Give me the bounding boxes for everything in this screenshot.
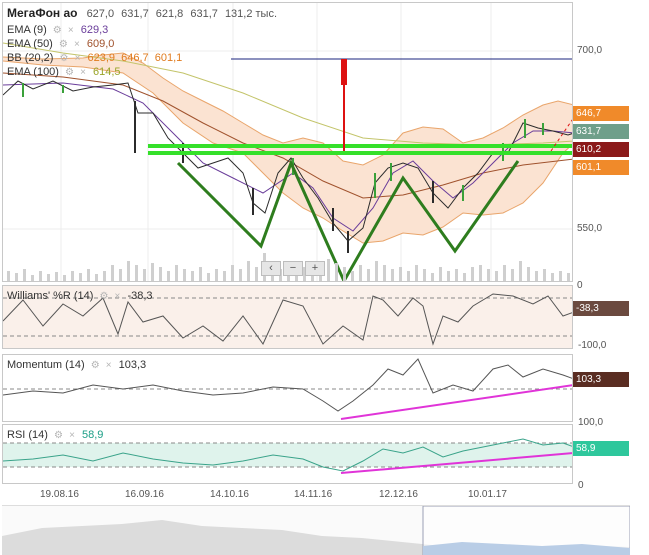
momentum-trendline: [340, 384, 572, 420]
close-icon[interactable]: ×: [69, 430, 75, 441]
ticker-name: МегаФон ао: [7, 6, 78, 20]
rsi-legend[interactable]: RSI (14) ⚙ × 58,9: [7, 428, 103, 443]
volume-axis-zero: 0: [577, 280, 583, 291]
indicator-ema9[interactable]: EMA (9) ⚙ × 629,3: [7, 23, 108, 38]
williams-axis-bottom: -100,0: [578, 340, 607, 351]
indicator-bb[interactable]: BB (20,2) ⚙ × 623,9 646,7 601,1: [7, 51, 182, 66]
close-value: 631,7: [190, 8, 218, 20]
momentum-value: 103,3: [118, 359, 147, 371]
williams-pane[interactable]: Williams' %R (14) ⚙ × -38,3: [2, 285, 573, 349]
high-value: 631,7: [121, 8, 149, 20]
bb-lower-tag: 601,1: [573, 160, 629, 175]
volume-value: 131,2 тыс.: [224, 8, 278, 20]
momentum-legend[interactable]: Momentum (14) ⚙ × 103,3: [7, 358, 146, 373]
open-value: 627,0: [86, 8, 115, 20]
chart-header: МегаФон ао 627,0 631,7 621,8 631,7 131,2…: [7, 6, 277, 21]
indicator-value: 623,9 646,7 601,1: [87, 52, 183, 64]
close-icon[interactable]: ×: [68, 25, 74, 36]
rsi-value: 58,9: [81, 429, 104, 441]
close-icon[interactable]: ×: [80, 67, 86, 78]
settings-gear-icon[interactable]: ⚙: [91, 360, 100, 371]
price-pane[interactable]: МегаФон ао 627,0 631,7 621,8 631,7 131,2…: [2, 2, 573, 282]
time-label: 10.01.17: [468, 489, 507, 500]
navigator-svg: [2, 506, 630, 555]
low-value: 621,8: [155, 8, 184, 20]
rsi-tag: 58,9: [573, 441, 629, 456]
zoom-in-button[interactable]: +: [305, 261, 325, 276]
momentum-axis-bottom: 100,0: [578, 417, 604, 428]
williams-title: Williams' %R (14): [7, 290, 94, 302]
indicator-ema50[interactable]: EMA (50) ⚙ × 609,0: [7, 37, 114, 52]
settings-gear-icon[interactable]: ⚙: [65, 67, 74, 78]
williams-tag: -38,3: [573, 301, 629, 316]
zoom-out-button[interactable]: −: [283, 261, 303, 276]
williams-legend[interactable]: Williams' %R (14) ⚙ × -38,3: [7, 289, 153, 304]
price-axis-top: 700,0: [577, 45, 603, 56]
support-line-bottom: [148, 151, 572, 155]
rsi-title: RSI (14): [7, 429, 48, 441]
indicator-label: EMA (50): [7, 38, 53, 50]
indicator-label: EMA (100): [7, 66, 59, 78]
ema50-tag: 610,2: [573, 142, 629, 157]
close-icon[interactable]: ×: [75, 53, 81, 64]
time-label: 14.11.16: [294, 489, 333, 500]
momentum-title: Momentum (14): [7, 359, 85, 371]
indicator-ema100[interactable]: EMA (100) ⚙ × 614,5: [7, 65, 121, 80]
scroll-left-button[interactable]: ‹: [261, 261, 281, 276]
indicator-value: 614,5: [92, 66, 121, 78]
indicator-value: 629,3: [80, 24, 109, 36]
indicator-value: 609,0: [86, 38, 115, 50]
bb-upper-tag: 646,7: [573, 106, 629, 121]
rsi-axis-bottom: 0: [578, 480, 584, 491]
time-label: 19.08.16: [40, 489, 79, 500]
close-icon[interactable]: ×: [106, 360, 112, 371]
williams-value: -38,3: [127, 290, 153, 302]
time-label: 12.12.16: [379, 489, 418, 500]
indicator-label: BB (20,2): [7, 52, 54, 64]
settings-gear-icon[interactable]: ⚙: [60, 53, 69, 64]
close-icon[interactable]: ×: [74, 39, 80, 50]
time-label: 14.10.16: [210, 489, 249, 500]
navigator-overview[interactable]: [2, 505, 630, 555]
settings-gear-icon[interactable]: ⚙: [54, 430, 63, 441]
settings-gear-icon[interactable]: ⚙: [100, 291, 109, 302]
momentum-pane[interactable]: Momentum (14) ⚙ × 103,3: [2, 354, 573, 422]
settings-gear-icon[interactable]: ⚙: [59, 39, 68, 50]
settings-gear-icon[interactable]: ⚙: [53, 25, 62, 36]
support-line-top: [148, 144, 572, 148]
indicator-label: EMA (9): [7, 24, 47, 36]
time-label: 16.09.16: [125, 489, 164, 500]
last-price-tag: 631,7: [573, 124, 629, 139]
rsi-pane[interactable]: RSI (14) ⚙ × 58,9: [2, 424, 573, 484]
price-axis-bottom: 550,0: [577, 223, 603, 234]
close-icon[interactable]: ×: [115, 291, 121, 302]
momentum-tag: 103,3: [573, 372, 629, 387]
